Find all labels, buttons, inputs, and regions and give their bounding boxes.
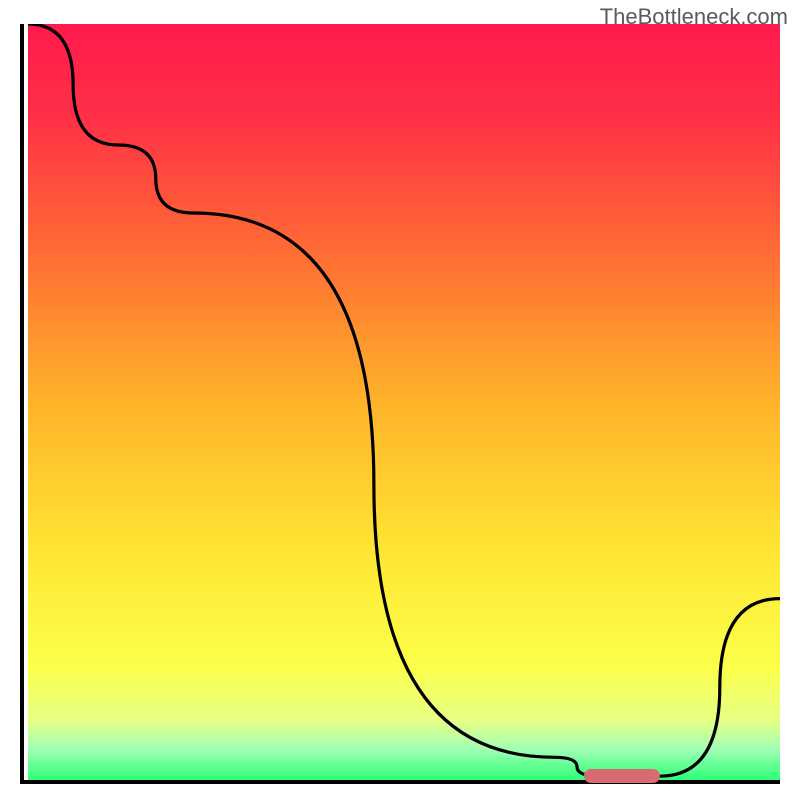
chart-container: TheBottleneck.com [0, 0, 800, 800]
plot-area [20, 24, 780, 784]
bottleneck-curve [28, 24, 780, 780]
watermark-text: TheBottleneck.com [600, 4, 788, 30]
optimal-range-marker [584, 769, 659, 783]
